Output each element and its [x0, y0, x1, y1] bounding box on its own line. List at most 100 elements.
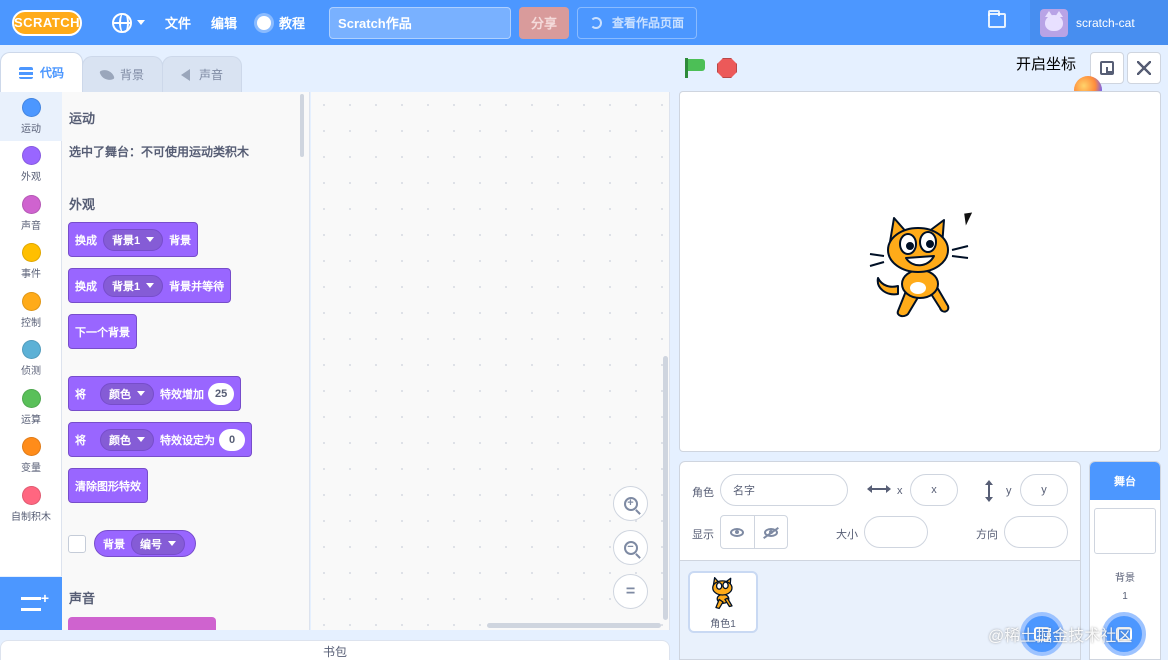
sound-dot-icon: [21, 194, 41, 214]
block-text: 将: [75, 434, 86, 447]
show-label: 显示: [692, 529, 714, 541]
zoom-out-icon: −: [623, 540, 638, 555]
file-menu[interactable]: 文件: [155, 0, 201, 45]
block-sound-partial[interactable]: [68, 617, 216, 630]
share-button[interactable]: 分享: [519, 6, 570, 39]
editor-tabs: 代码 背景 声音: [0, 52, 243, 92]
chevron-down-icon: [146, 283, 155, 288]
backdrop-dropdown[interactable]: 背景1: [103, 274, 164, 297]
block-switch-backdrop-and-wait[interactable]: 换成 背景1 背景并等待: [68, 268, 232, 303]
sprite-tile[interactable]: 角色1: [688, 571, 758, 633]
tab-code[interactable]: 代码: [0, 52, 84, 92]
fullscreen-button[interactable]: [1127, 52, 1161, 84]
my-stuff-folder-icon[interactable]: [988, 10, 1006, 28]
effect-set-value-input[interactable]: 0: [219, 428, 245, 451]
stage-selector-title: 舞台: [1090, 462, 1160, 500]
cat-sprite[interactable]: [868, 216, 972, 322]
category-looks[interactable]: 外观: [0, 141, 62, 190]
category-control[interactable]: 控制: [0, 286, 62, 335]
effect-dropdown[interactable]: 颜色: [100, 428, 154, 451]
hide-button[interactable]: [753, 516, 788, 548]
chevron-down-icon: [137, 437, 145, 442]
category-label: 变量: [21, 463, 41, 475]
block-next-backdrop[interactable]: 下一个背景: [68, 314, 137, 349]
category-my-blocks[interactable]: 自制积木: [0, 480, 62, 529]
events-dot-icon: [21, 243, 41, 263]
block-clear-graphic-effects[interactable]: 清除图形特效: [68, 468, 148, 503]
size-input[interactable]: [864, 516, 928, 548]
code-icon: [19, 66, 33, 79]
zoom-in-button[interactable]: +: [613, 486, 648, 521]
block-change-effect[interactable]: 将 颜色 特效增加 25: [68, 376, 242, 411]
effect-dropdown[interactable]: 颜色: [100, 382, 154, 405]
block-text: 下一个背景: [75, 326, 130, 339]
account-menu[interactable]: scratch-cat: [1030, 0, 1168, 45]
reporter-backdrop-number[interactable]: 背景 编号: [94, 530, 196, 557]
sensing-dot-icon: [21, 340, 41, 360]
dropdown-value: 编号: [140, 538, 162, 551]
project-title-input[interactable]: Scratch作品: [329, 6, 512, 39]
block-switch-backdrop[interactable]: 换成 背景1 背景: [68, 222, 199, 257]
x-arrows-icon: [867, 485, 891, 493]
block-text: 清除图形特效: [75, 480, 141, 493]
edit-menu[interactable]: 编辑: [201, 0, 247, 45]
globe-icon: [112, 12, 132, 33]
scratch-logo[interactable]: SCRATCH: [12, 9, 82, 36]
see-project-page-button[interactable]: 查看作品页面: [577, 6, 698, 39]
tab-backdrops[interactable]: 背景: [82, 56, 164, 92]
stop-button[interactable]: [717, 58, 737, 78]
backpack[interactable]: 书包: [0, 640, 670, 660]
chevron-down-icon: [168, 541, 176, 546]
category-variables[interactable]: 变量: [0, 432, 62, 481]
workspace-vertical-scrollbar[interactable]: [663, 356, 668, 620]
chevron-down-icon: [137, 20, 145, 25]
category-motion[interactable]: 运动: [0, 92, 62, 141]
y-input[interactable]: y: [1020, 474, 1068, 506]
language-menu[interactable]: [102, 0, 155, 45]
my-blocks-dot-icon: [21, 485, 41, 505]
motion-unavailable-note: 选中了舞台：不可使用运动类积木: [69, 145, 250, 159]
add-extension-button[interactable]: [0, 577, 62, 630]
backdrop-attribute-dropdown[interactable]: 编号: [131, 532, 185, 555]
dropdown-value: 背景1: [112, 234, 141, 247]
category-label: 控制: [21, 317, 41, 329]
dropdown-value: 颜色: [109, 434, 131, 447]
toggle-coordinates[interactable]: 开启坐标: [1016, 53, 1076, 74]
tutorials-label: 教程: [279, 16, 306, 31]
x-input[interactable]: x: [910, 474, 958, 506]
brush-icon: [99, 66, 115, 83]
block-palette: 运动 选中了舞台：不可使用运动类积木 外观 换成 背景1 背景 换成 背景1 背…: [62, 92, 310, 630]
category-menu: 运动 外观 声音 事件 控制 侦测 运算 变量 自制积木: [0, 92, 62, 576]
category-events[interactable]: 事件: [0, 238, 62, 287]
watermark: @稀土掘金技术社区: [988, 628, 1133, 645]
dropdown-value: 背景1: [112, 280, 141, 293]
visibility-toggle: [720, 515, 788, 549]
category-operators[interactable]: 运算: [0, 383, 62, 432]
palette-scrollbar[interactable]: [300, 94, 304, 157]
green-flag-button[interactable]: [685, 58, 707, 78]
category-label: 事件: [21, 269, 41, 281]
variables-dot-icon: [21, 437, 41, 457]
block-set-effect[interactable]: 将 颜色 特效设定为 0: [68, 422, 252, 457]
lightbulb-icon: [257, 15, 272, 30]
zoom-out-button[interactable]: −: [613, 530, 648, 565]
tab-sounds-label: 声音: [199, 68, 224, 82]
zoom-reset-button[interactable]: =: [613, 574, 648, 609]
show-button[interactable]: [721, 516, 754, 548]
category-sensing[interactable]: 侦测: [0, 335, 62, 384]
x-label: x: [897, 485, 903, 497]
effect-change-value-input[interactable]: 25: [208, 382, 235, 405]
backdrop-dropdown[interactable]: 背景1: [103, 228, 164, 251]
remix-icon: [590, 16, 603, 29]
workspace-horizontal-scrollbar[interactable]: [487, 623, 661, 628]
block-text: 特效增加: [160, 388, 204, 401]
category-sound[interactable]: 声音: [0, 189, 62, 238]
sprite-name-input[interactable]: 名字: [720, 474, 848, 506]
tab-sounds[interactable]: 声音: [162, 56, 243, 92]
stage-canvas[interactable]: [679, 91, 1161, 452]
backdrop-reporter-checkbox[interactable]: [68, 535, 86, 553]
tutorials-menu[interactable]: 教程: [247, 0, 315, 45]
operators-dot-icon: [21, 388, 41, 408]
direction-input[interactable]: [1004, 516, 1068, 548]
looks-dot-icon: [21, 146, 41, 166]
